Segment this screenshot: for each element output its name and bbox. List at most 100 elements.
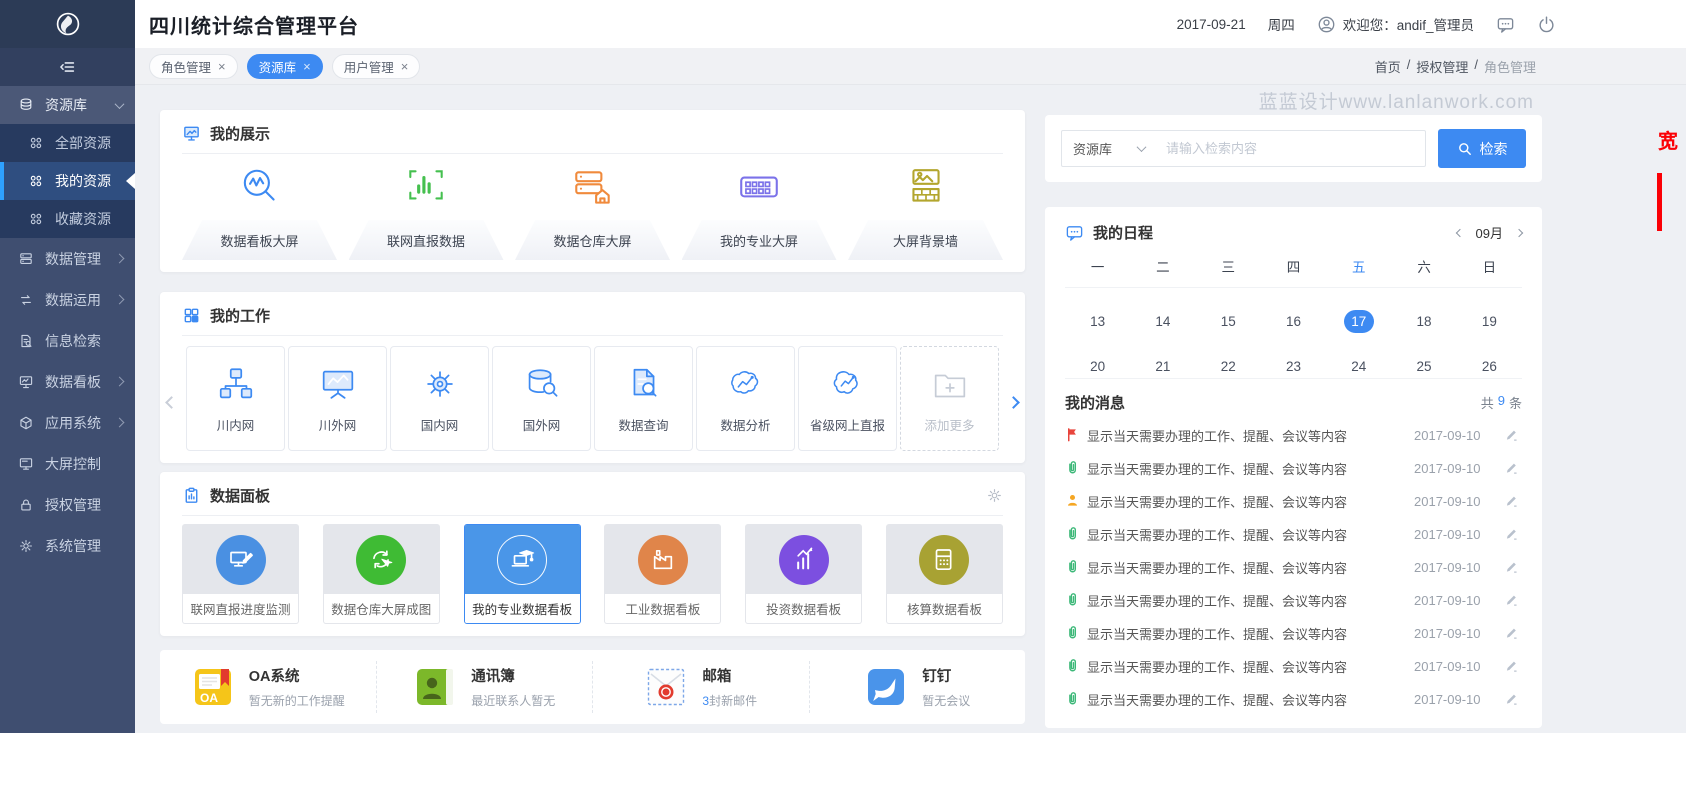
work-item-label: 国外网 <box>523 415 561 434</box>
edit-pencil-icon[interactable] <box>1504 493 1522 511</box>
calendar-day-selected[interactable]: 17 <box>1326 301 1391 333</box>
sidebar-item-system-management[interactable]: 系统管理 <box>0 525 135 566</box>
tab-label: 角色管理 <box>161 57 211 76</box>
edit-pencil-icon[interactable] <box>1504 658 1522 676</box>
quicklink-mailbox[interactable]: 邮箱 3封新邮件 <box>592 661 809 713</box>
panel-item-report-progress[interactable]: 联网直报进度监测 <box>182 524 299 624</box>
edit-pencil-icon[interactable] <box>1504 460 1522 478</box>
sidebar-item-label: 数据看板 <box>45 372 101 392</box>
refresh-cursor-icon <box>361 540 401 580</box>
display-item-dashboard-screen[interactable]: 数据看板大屏 <box>182 160 337 260</box>
messages-button[interactable] <box>1496 15 1515 34</box>
work-item-provincial-report[interactable]: 省级网上直报 <box>798 346 897 451</box>
calendar-day[interactable]: 21 <box>1130 346 1195 378</box>
work-item-data-query[interactable]: 数据查询 <box>594 346 693 451</box>
panel-item-accounting-board[interactable]: 核算数据看板 <box>886 524 1003 624</box>
tab-resource-library[interactable]: 资源库 × <box>247 54 323 79</box>
calendar-day[interactable]: 14 <box>1130 301 1195 333</box>
close-icon[interactable]: × <box>401 60 409 73</box>
breadcrumb-home[interactable]: 首页 <box>1375 57 1401 76</box>
message-row[interactable]: 显示当天需要办理的工作、提醒、会议等内容 2017-09-10 <box>1065 518 1522 551</box>
tab-user-management[interactable]: 用户管理 × <box>332 54 421 79</box>
message-row[interactable]: 显示当天需要办理的工作、提醒、会议等内容 2017-09-10 <box>1065 419 1522 452</box>
work-item-add-more[interactable]: 添加更多 <box>900 346 999 451</box>
message-row[interactable]: 显示当天需要办理的工作、提醒、会议等内容 2017-09-10 <box>1065 683 1522 716</box>
message-row[interactable]: 显示当天需要办理的工作、提醒、会议等内容 2017-09-10 <box>1065 650 1522 683</box>
settings-gear-icon[interactable] <box>986 487 1003 504</box>
calendar-day[interactable]: 19 <box>1457 301 1522 333</box>
panel-item-warehouse-mapping[interactable]: 数据仓库大屏成图 <box>323 524 440 624</box>
work-item-label: 数据查询 <box>618 415 668 434</box>
work-item-foreign-net[interactable]: 国外网 <box>492 346 591 451</box>
sidebar-item-favorite-resources[interactable]: 收藏资源 <box>0 200 135 238</box>
work-item-data-analysis[interactable]: 数据分析 <box>696 346 795 451</box>
quicklink-oa-system[interactable]: OA系统 暂无新的工作提醒 <box>160 661 376 713</box>
work-item-domestic-net[interactable]: 国内网 <box>390 346 489 451</box>
display-item-online-report-data[interactable]: 联网直报数据 <box>349 160 504 260</box>
calendar-day[interactable]: 23 <box>1261 346 1326 378</box>
sidebar-item-data-application[interactable]: 数据运用 <box>0 279 135 320</box>
message-row[interactable]: 显示当天需要办理的工作、提醒、会议等内容 2017-09-10 <box>1065 452 1522 485</box>
prev-month-button[interactable] <box>1455 228 1463 236</box>
search-button[interactable]: 检索 <box>1438 129 1526 168</box>
calendar-day[interactable]: 15 <box>1196 301 1261 333</box>
edit-pencil-icon[interactable] <box>1504 427 1522 445</box>
search-category-select[interactable]: 资源库 <box>1062 139 1156 158</box>
sidebar-item-all-resources[interactable]: 全部资源 <box>0 124 135 162</box>
work-item-intranet[interactable]: 川内网 <box>186 346 285 451</box>
app-logo[interactable] <box>0 0 135 48</box>
sidebar-item-application-system[interactable]: 应用系统 <box>0 402 135 443</box>
message-row[interactable]: 显示当天需要办理的工作、提醒、会议等内容 2017-09-10 <box>1065 617 1522 650</box>
calendar-day[interactable]: 25 <box>1391 346 1456 378</box>
sidebar-item-info-search[interactable]: 信息检索 <box>0 320 135 361</box>
panel-item-my-professional-board[interactable]: 我的专业数据看板 <box>464 524 581 624</box>
bar-chart-brackets-icon <box>403 165 449 211</box>
message-row[interactable]: 显示当天需要办理的工作、提醒、会议等内容 2017-09-10 <box>1065 485 1522 518</box>
quicklink-dingtalk[interactable]: 钉钉 暂无会议 <box>809 661 1026 713</box>
laptop-cap-icon <box>502 540 542 580</box>
display-item-label: 大屏背景墙 <box>893 234 958 249</box>
message-row[interactable]: 显示当天需要办理的工作、提醒、会议等内容 2017-09-10 <box>1065 584 1522 617</box>
calendar-day[interactable]: 16 <box>1261 301 1326 333</box>
sidebar-item-data-board[interactable]: 数据看板 <box>0 361 135 402</box>
search-input[interactable] <box>1156 141 1425 156</box>
carousel-prev-button[interactable] <box>167 394 176 412</box>
close-icon[interactable]: × <box>218 60 226 73</box>
sidebar-collapse-button[interactable] <box>0 48 135 86</box>
user-welcome[interactable]: 欢迎您：andif_管理员 <box>1317 14 1474 34</box>
sidebar-item-screen-control[interactable]: 大屏控制 <box>0 443 135 484</box>
sidebar-item-authorization[interactable]: 授权管理 <box>0 484 135 525</box>
calendar-day[interactable]: 18 <box>1391 301 1456 333</box>
sidebar-item-resource-library[interactable]: 资源库 <box>0 86 135 124</box>
dingtalk-icon <box>864 665 908 709</box>
next-month-button[interactable] <box>1515 228 1523 236</box>
calendar-day[interactable]: 20 <box>1065 346 1130 378</box>
calendar-day[interactable]: 13 <box>1065 301 1130 333</box>
message-row[interactable]: 显示当天需要办理的工作、提醒、会议等内容 2017-09-10 <box>1065 551 1522 584</box>
calendar-day[interactable]: 24 <box>1326 346 1391 378</box>
calendar-day[interactable]: 26 <box>1457 346 1522 378</box>
display-item-background-wall[interactable]: 大屏背景墙 <box>848 160 1003 260</box>
display-item-my-professional-screen[interactable]: 我的专业大屏 <box>682 160 837 260</box>
clipboard-chart-icon <box>182 486 201 505</box>
edit-pencil-icon[interactable] <box>1504 526 1522 544</box>
edit-pencil-icon[interactable] <box>1504 625 1522 643</box>
carousel-next-button[interactable] <box>1009 394 1018 412</box>
quicklink-contacts[interactable]: 通讯簿 最近联系人暂无 <box>376 661 593 713</box>
gear-icon <box>18 538 34 554</box>
breadcrumb-section[interactable]: 授权管理 <box>1416 57 1468 76</box>
sidebar-item-my-resources[interactable]: 我的资源 <box>0 162 135 200</box>
edit-pencil-icon[interactable] <box>1504 559 1522 577</box>
panel-item-investment-board[interactable]: 投资数据看板 <box>745 524 862 624</box>
tab-role-management[interactable]: 角色管理 × <box>149 54 238 79</box>
sidebar-item-data-management[interactable]: 数据管理 <box>0 238 135 279</box>
edit-pencil-icon[interactable] <box>1504 691 1522 709</box>
work-item-extranet[interactable]: 川外网 <box>288 346 387 451</box>
logout-button[interactable] <box>1537 15 1556 34</box>
panel-item-label: 数据仓库大屏成图 <box>324 594 439 623</box>
panel-item-industry-board[interactable]: 工业数据看板 <box>604 524 721 624</box>
calendar-day[interactable]: 22 <box>1196 346 1261 378</box>
edit-pencil-icon[interactable] <box>1504 592 1522 610</box>
close-icon[interactable]: × <box>303 60 311 73</box>
display-item-data-warehouse-screen[interactable]: 数据仓库大屏 <box>515 160 670 260</box>
